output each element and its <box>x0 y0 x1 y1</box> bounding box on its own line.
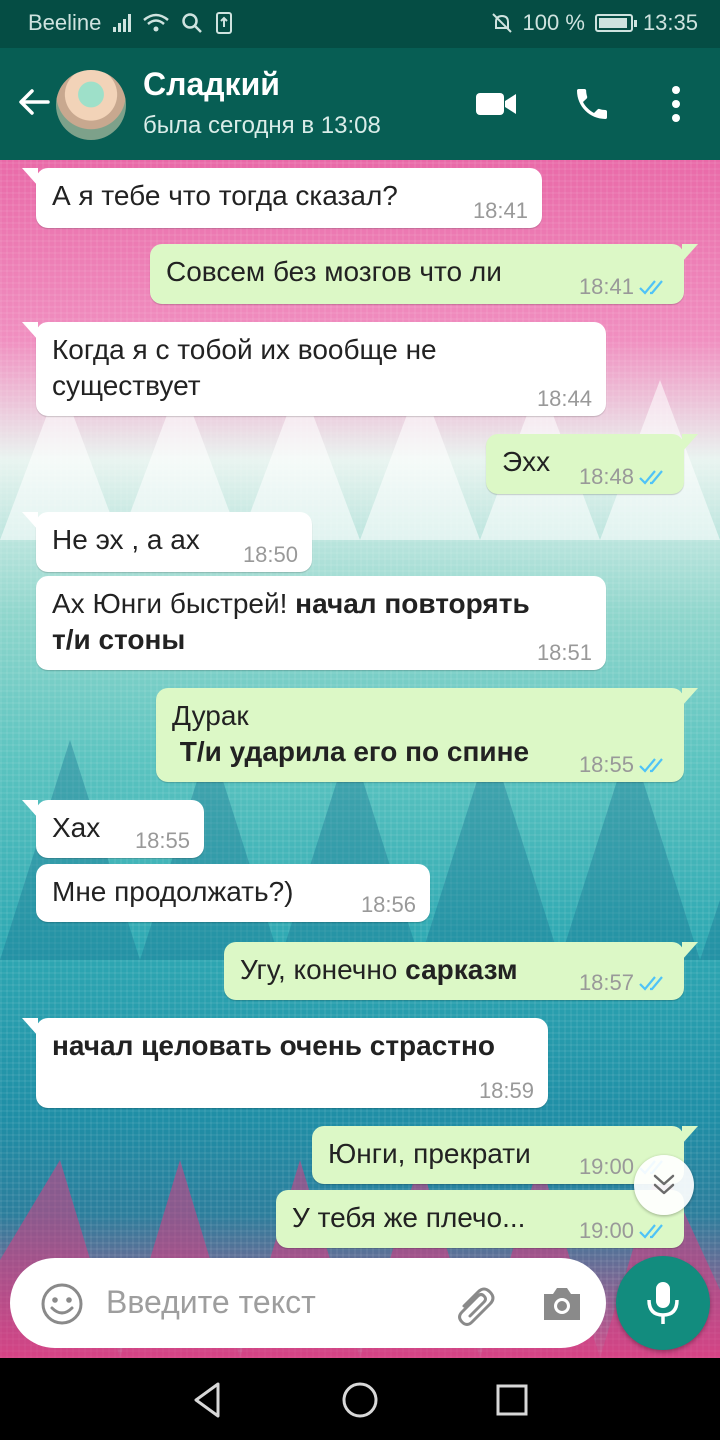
message-outgoing[interactable]: Юнги, прекрати 19:00 <box>312 1126 698 1184</box>
system-nav-bar <box>0 1358 720 1440</box>
home-circle-icon[interactable] <box>338 1378 382 1422</box>
message-text: Хах <box>52 812 101 843</box>
message-text-bold: т/и стоны <box>52 624 186 655</box>
avatar[interactable] <box>56 70 126 140</box>
message-outgoing[interactable]: Угу, конечно сарказм 18:57 <box>224 942 698 1000</box>
status-bar: Beeline 100 % 13:35 <box>0 0 720 48</box>
message-input-bar[interactable]: Введите текст <box>10 1258 606 1348</box>
read-ticks-icon <box>639 758 663 773</box>
back-arrow-icon[interactable] <box>14 82 54 122</box>
message-time: 18:55 <box>578 752 634 777</box>
message-text: Юнги, прекрати <box>328 1138 531 1169</box>
contact-name[interactable]: Сладкий <box>143 66 280 103</box>
message-time: 18:41 <box>472 198 528 223</box>
message-time: 18:41 <box>578 274 634 299</box>
scroll-to-bottom-button[interactable] <box>634 1155 694 1215</box>
message-text: Мне продолжать?) <box>52 876 294 907</box>
read-ticks-icon <box>639 470 663 485</box>
message-outgoing[interactable]: Совсем без мозгов что ли 18:41 <box>150 244 698 304</box>
message-text-bold: сарказм <box>405 954 518 985</box>
message-text: Не эх , а ах <box>52 524 200 555</box>
battery-percent: 100 % <box>522 10 585 35</box>
message-time: 18:50 <box>242 542 298 567</box>
mic-icon <box>647 1282 679 1324</box>
message-time: 19:00 <box>578 1218 634 1243</box>
message-text: Угу, конечно <box>240 954 406 985</box>
message-incoming[interactable]: начал целовать очень страстно 18:59 <box>22 1018 548 1108</box>
message-input[interactable]: Введите текст <box>106 1284 316 1321</box>
voice-call-button[interactable] <box>568 80 616 128</box>
message-time: 18:55 <box>134 828 190 853</box>
message-incoming[interactable]: Хах 18:55 <box>22 800 204 858</box>
message-text: Эхх <box>502 446 551 477</box>
message-text-line: Когда я с тобой их вообще не <box>52 334 437 365</box>
message-time: 18:44 <box>536 386 592 411</box>
mic-button[interactable] <box>616 1256 710 1350</box>
message-text: А я тебе что тогда сказал? <box>52 180 398 211</box>
message-text-bold: Т/и ударила его по спине <box>172 736 530 767</box>
mute-icon <box>491 13 512 33</box>
message-text-bold: начал повторять <box>295 588 530 619</box>
message-time: 18:59 <box>478 1078 534 1103</box>
read-ticks-icon <box>639 976 663 991</box>
message-outgoing[interactable]: Дурак Т/и ударила его по спине 18:55 <box>156 688 698 782</box>
signal-icon <box>113 14 132 32</box>
battery-icon <box>594 14 637 32</box>
back-triangle-icon[interactable] <box>186 1378 230 1422</box>
phone-icon <box>577 89 607 119</box>
chat-area[interactable]: А я тебе что тогда сказал? 18:41 Совсем … <box>0 160 720 1358</box>
wifi-icon <box>143 13 170 32</box>
more-vert-icon <box>672 86 680 122</box>
message-incoming[interactable]: Мне продолжать?) 18:56 <box>36 864 430 922</box>
read-ticks-icon <box>639 280 663 295</box>
message-text-bold: начал целовать очень страстно <box>52 1030 496 1061</box>
message-incoming[interactable]: Не эх , а ах 18:50 <box>22 512 312 572</box>
double-chevron-down-icon <box>653 1174 675 1195</box>
sim-icon <box>216 12 233 34</box>
message-time: 18:56 <box>360 892 416 917</box>
emoji-icon[interactable] <box>38 1280 86 1328</box>
message-time: 18:51 <box>536 640 592 665</box>
message-text: У тебя же плечо... <box>292 1202 526 1233</box>
message-text: Совсем без мозгов что ли <box>166 256 502 287</box>
attach-icon[interactable] <box>450 1280 498 1328</box>
video-call-button[interactable] <box>472 80 520 128</box>
message-text-line: существует <box>52 370 201 401</box>
message-incoming[interactable]: Когда я с тобой их вообще не существует … <box>22 322 606 416</box>
clock: 13:35 <box>642 10 698 35</box>
last-seen-status: была сегодня в 13:08 <box>143 112 381 139</box>
more-options-button[interactable] <box>652 80 700 128</box>
message-text-line: Дурак <box>172 700 249 731</box>
message-time: 19:00 <box>578 1154 634 1179</box>
video-call-icon <box>476 93 516 115</box>
message-time: 18:48 <box>578 464 634 489</box>
message-incoming[interactable]: А я тебе что тогда сказал? 18:41 <box>22 168 542 228</box>
message-text: Ах Юнги быстрей! <box>52 588 296 619</box>
message-outgoing[interactable]: Эхх 18:48 <box>486 434 698 494</box>
carrier-label: Beeline <box>28 10 102 35</box>
message-incoming[interactable]: Ах Юнги быстрей! начал повторять т/и сто… <box>36 576 606 670</box>
search-icon <box>182 13 203 33</box>
message-time: 18:57 <box>578 970 634 995</box>
camera-icon[interactable] <box>538 1280 586 1328</box>
read-ticks-icon <box>639 1224 663 1239</box>
recents-square-icon[interactable] <box>490 1378 534 1422</box>
message-outgoing[interactable]: У тебя же плечо... 19:00 <box>276 1190 684 1248</box>
chat-header: Сладкий была сегодня в 13:08 <box>0 48 720 160</box>
